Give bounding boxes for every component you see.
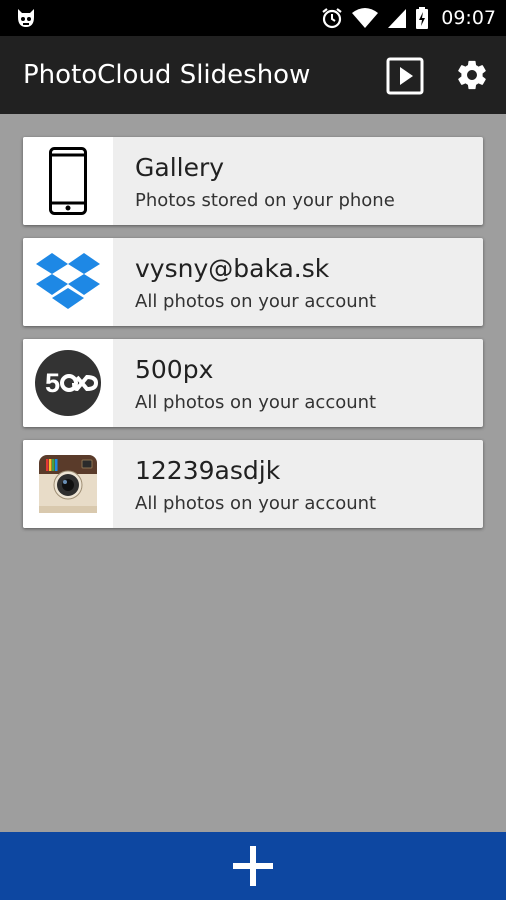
battery-icon: [416, 7, 429, 29]
source-title: 500px: [135, 355, 214, 384]
source-title: 12239asdjk: [135, 456, 281, 485]
source-card-500px[interactable]: 5 500px All photos on your account: [23, 339, 483, 427]
settings-gear-icon[interactable]: [455, 58, 489, 92]
source-title: Gallery: [135, 153, 225, 182]
500px-icon: 5: [35, 350, 101, 416]
source-subtitle: All photos on your account: [135, 392, 377, 413]
card-icon-container: 5: [23, 339, 113, 427]
source-subtitle: All photos on your account: [135, 291, 377, 312]
wifi-icon: [352, 8, 379, 28]
source-subtitle: All photos on your account: [135, 493, 377, 514]
source-card-dropbox[interactable]: vysny@baka.sk All photos on your account: [23, 238, 483, 326]
500px-icon-digit: 5: [45, 368, 60, 398]
source-card-instagram[interactable]: 12239asdjk All photos on your account: [23, 440, 483, 528]
dropbox-icon: [36, 253, 100, 309]
add-source-button[interactable]: [0, 832, 506, 900]
card-icon-container: [23, 238, 113, 326]
status-time: 09:07: [441, 7, 496, 29]
app-title: PhotoCloud Slideshow: [23, 60, 311, 90]
source-title: vysny@baka.sk: [135, 254, 330, 283]
play-slideshow-icon[interactable]: [386, 57, 424, 95]
status-bar: 09:07: [0, 0, 506, 36]
card-icon-container: [23, 137, 113, 225]
plus-icon: [233, 846, 273, 886]
instagram-icon: [39, 455, 97, 513]
source-subtitle: Photos stored on your phone: [135, 190, 395, 211]
card-icon-container: [23, 440, 113, 528]
phone-icon: [49, 147, 87, 215]
app-bar: PhotoCloud Slideshow: [0, 36, 506, 114]
source-card-gallery[interactable]: Gallery Photos stored on your phone: [23, 137, 483, 225]
photo-source-list: Gallery Photos stored on your phone vysn…: [23, 137, 483, 541]
alarm-icon: [322, 8, 342, 29]
notification-icon: [18, 9, 34, 27]
signal-icon: [388, 9, 407, 28]
